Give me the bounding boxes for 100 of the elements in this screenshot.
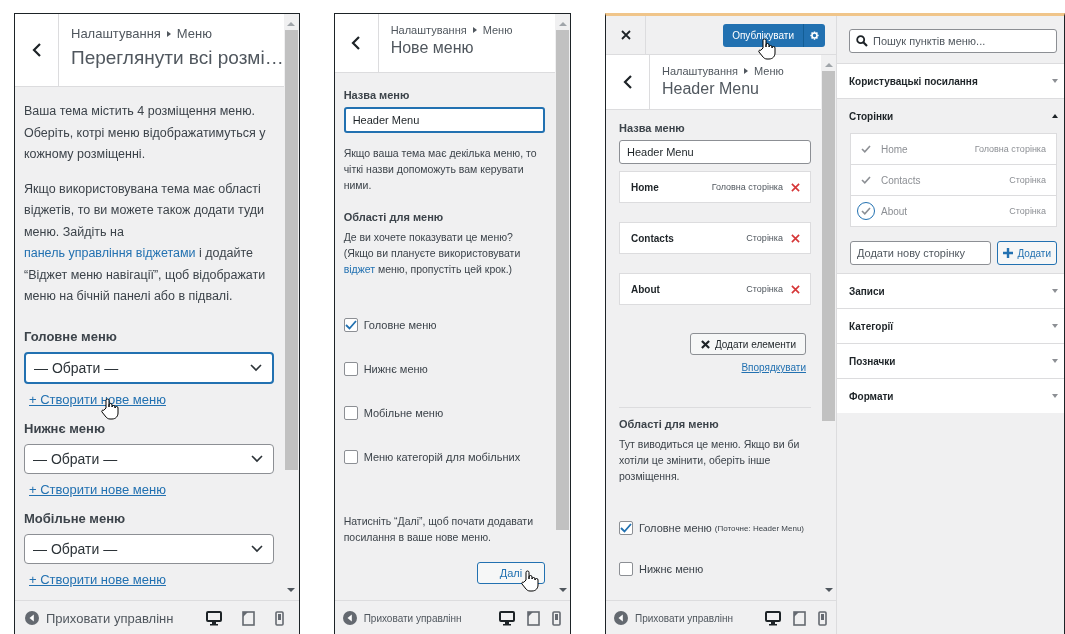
hide-controls-button[interactable]: Приховати управлінн [340, 611, 462, 625]
hide-controls-button[interactable]: Приховати управлінн [612, 611, 733, 625]
reorder-link[interactable]: Впорядкувати [741, 362, 806, 373]
page-type: Сторінка [1009, 206, 1046, 216]
field-label: Назва меню [343, 89, 411, 101]
description-text: Тут виводиться це меню. Якщо ви би хотіли це змінити, оберіть інше розміщення. [619, 437, 801, 484]
caret-icon [1052, 394, 1058, 398]
remove-icon[interactable] [791, 284, 800, 294]
breadcrumb-text: Меню [754, 65, 784, 77]
checkbox[interactable] [619, 562, 633, 576]
accordion-header[interactable]: Сторінки [837, 99, 1064, 133]
field-label: Назва меню [619, 122, 686, 134]
create-menu-link[interactable]: + Створити нове меню [29, 571, 166, 587]
menu-name-field[interactable]: Header Menu [343, 107, 545, 133]
menu-item-type: Головна сторінка [711, 182, 783, 192]
menu-select[interactable]: — Обрати — [24, 533, 274, 564]
publish-button[interactable]: Опублікувати [723, 23, 803, 47]
checkbox[interactable] [343, 362, 358, 376]
caret-icon [1052, 114, 1058, 118]
menu-select[interactable]: — Обрати — [24, 443, 274, 474]
accordion-header[interactable]: Формати [837, 379, 1064, 413]
create-menu-link[interactable]: + Створити нове меню [29, 481, 166, 497]
page-list-item[interactable]: About Сторінка [851, 195, 1056, 226]
breadcrumb-separator-icon [166, 30, 171, 37]
caret-icon [1052, 79, 1058, 83]
desktop-icon [765, 610, 781, 626]
field-label: Мобільне меню [24, 510, 127, 526]
menu-name-field[interactable]: Header Menu [619, 140, 811, 164]
help-text: Якщо ваша тема має декілька меню, то чіткі назви допоможуть вам керувати ними. [343, 146, 538, 193]
desktop-icon [499, 610, 515, 626]
desktop-icon [205, 610, 222, 626]
menu-item-type: Сторінка [746, 284, 783, 294]
current-menu-note: (Поточне: Header Menu) [714, 523, 804, 533]
new-page-field[interactable]: Додати нову сторінку [850, 241, 992, 265]
menu-select[interactable]: — Обрати — [24, 351, 274, 384]
checkbox[interactable] [619, 521, 633, 535]
menu-item-title: About [631, 283, 661, 295]
section-title: Переглянути всі розмі… [71, 47, 284, 69]
mobile-icon [274, 610, 284, 626]
checkbox-label: Меню категорій для мобільних [363, 451, 521, 463]
page-title: Home [881, 143, 909, 155]
widget-link[interactable]: віджет [343, 263, 375, 275]
breadcrumb-text: Меню [176, 26, 212, 41]
instruction-text: Натисніть “Далі”, щоб почати додавати посилання в ваше нове меню. [343, 514, 535, 545]
tablet-icon [527, 610, 540, 626]
menu-item-card[interactable]: Home Головна сторінка [619, 171, 811, 203]
plus-icon [1003, 248, 1014, 258]
checkbox[interactable] [343, 406, 358, 420]
mobile-icon [818, 610, 827, 626]
page-title: Contacts [881, 174, 922, 186]
remove-icon[interactable] [791, 233, 800, 243]
create-menu-link[interactable]: + Створити нове меню [29, 391, 166, 407]
tablet-icon [241, 610, 255, 626]
close-icon [700, 339, 710, 349]
remove-icon[interactable] [791, 182, 800, 192]
checkbox-label: Мобільне меню [363, 407, 444, 419]
checkbox-label: Нижнє меню [363, 363, 428, 375]
hide-controls-button[interactable]: Приховати управлінн [23, 610, 174, 626]
accordion-header[interactable]: Користувацькі посилання [837, 64, 1064, 98]
breadcrumb-text: Налаштування [390, 24, 467, 36]
settings-button[interactable] [803, 23, 825, 47]
accordion-header[interactable]: Категорії [837, 309, 1064, 343]
menu-item-card[interactable]: About Сторінка [619, 273, 811, 305]
section-heading: Області для меню [343, 211, 445, 223]
breadcrumb-separator-icon [472, 27, 477, 33]
add-items-button[interactable]: Додати елементи [689, 333, 806, 355]
menu-item-card[interactable]: Contacts Сторінка [619, 222, 811, 254]
checkbox[interactable] [343, 318, 358, 332]
back-icon [31, 43, 42, 57]
page-list-item[interactable]: Home Головна сторінка [851, 134, 1056, 164]
menu-item-title: Home [631, 181, 660, 193]
accordion-header[interactable]: Записи [837, 274, 1064, 308]
field-label: Головне меню [24, 328, 118, 344]
collapse-icon [342, 611, 357, 625]
menu-item-type: Сторінка [746, 233, 783, 243]
search-icon [856, 35, 868, 47]
next-button[interactable]: Далі [477, 562, 545, 584]
caret-icon [1052, 289, 1058, 293]
back-icon [351, 36, 362, 50]
field-label: Нижнє меню [24, 420, 107, 436]
page-title: About [881, 205, 909, 217]
checkbox-label: Головне меню [363, 319, 437, 331]
section-title: Нове меню [390, 39, 475, 57]
caret-icon [1052, 324, 1058, 328]
section-title: Header Menu [662, 80, 760, 98]
search-field[interactable]: Пошук пунктів меню... [849, 29, 1057, 53]
collapse-icon [614, 611, 628, 625]
widgets-link[interactable]: панель управління віджетами [24, 246, 196, 260]
settings-icon [810, 29, 819, 41]
page-list-item[interactable]: Contacts Сторінка [851, 164, 1056, 195]
accordion-header[interactable]: Позначки [837, 344, 1064, 378]
description-text: Ваша тема містить 4 розміщення меню. Оберіть, котрі меню відображатимуться у кожному розміщенні. [24, 103, 267, 163]
description-text: Де ви хочете показувати це меню? (Якщо ви плануєте використовувати віджет меню, пропустіть цей крок.) [343, 230, 522, 277]
caret-icon [1052, 359, 1058, 363]
hand-cursor-icon [521, 570, 539, 592]
checkbox[interactable] [343, 450, 358, 464]
add-page-button[interactable]: Додати [997, 241, 1057, 265]
chevron-down-icon [250, 454, 263, 463]
close-icon [620, 30, 631, 40]
chevron-down-icon [250, 544, 263, 553]
